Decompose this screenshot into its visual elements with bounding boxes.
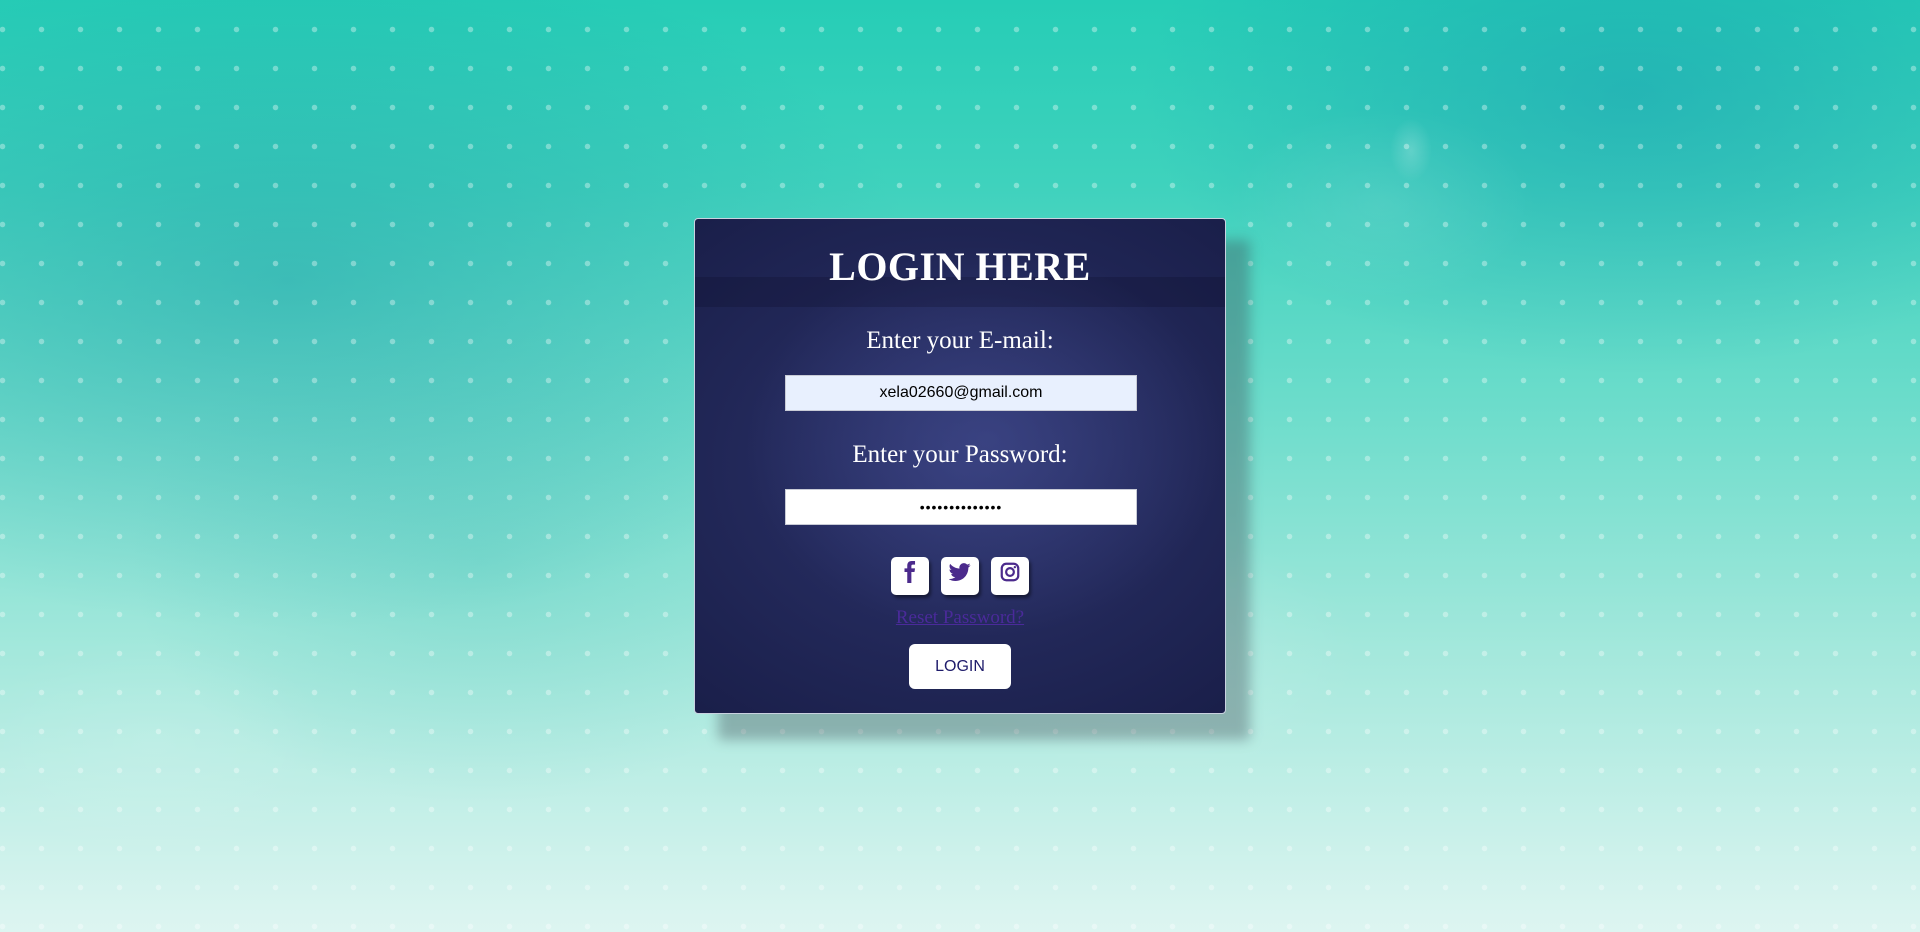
twitter-button[interactable] bbox=[941, 557, 979, 595]
login-title: LOGIN HERE bbox=[829, 244, 1091, 289]
facebook-button[interactable] bbox=[891, 557, 929, 595]
instagram-icon bbox=[1000, 562, 1020, 582]
password-label: Enter your Password: bbox=[852, 441, 1068, 468]
email-input[interactable] bbox=[785, 375, 1137, 411]
email-label: Enter your E-mail: bbox=[866, 327, 1054, 354]
reset-password-link[interactable]: Reset Password? bbox=[695, 607, 1225, 629]
twitter-icon bbox=[949, 563, 971, 581]
instagram-button[interactable] bbox=[991, 557, 1029, 595]
social-links bbox=[695, 557, 1225, 595]
facebook-icon bbox=[904, 561, 916, 583]
login-button[interactable]: LOGIN bbox=[909, 644, 1011, 689]
password-input[interactable] bbox=[785, 489, 1137, 525]
login-card: LOGIN HERE Enter your E-mail: Enter your… bbox=[694, 218, 1226, 714]
